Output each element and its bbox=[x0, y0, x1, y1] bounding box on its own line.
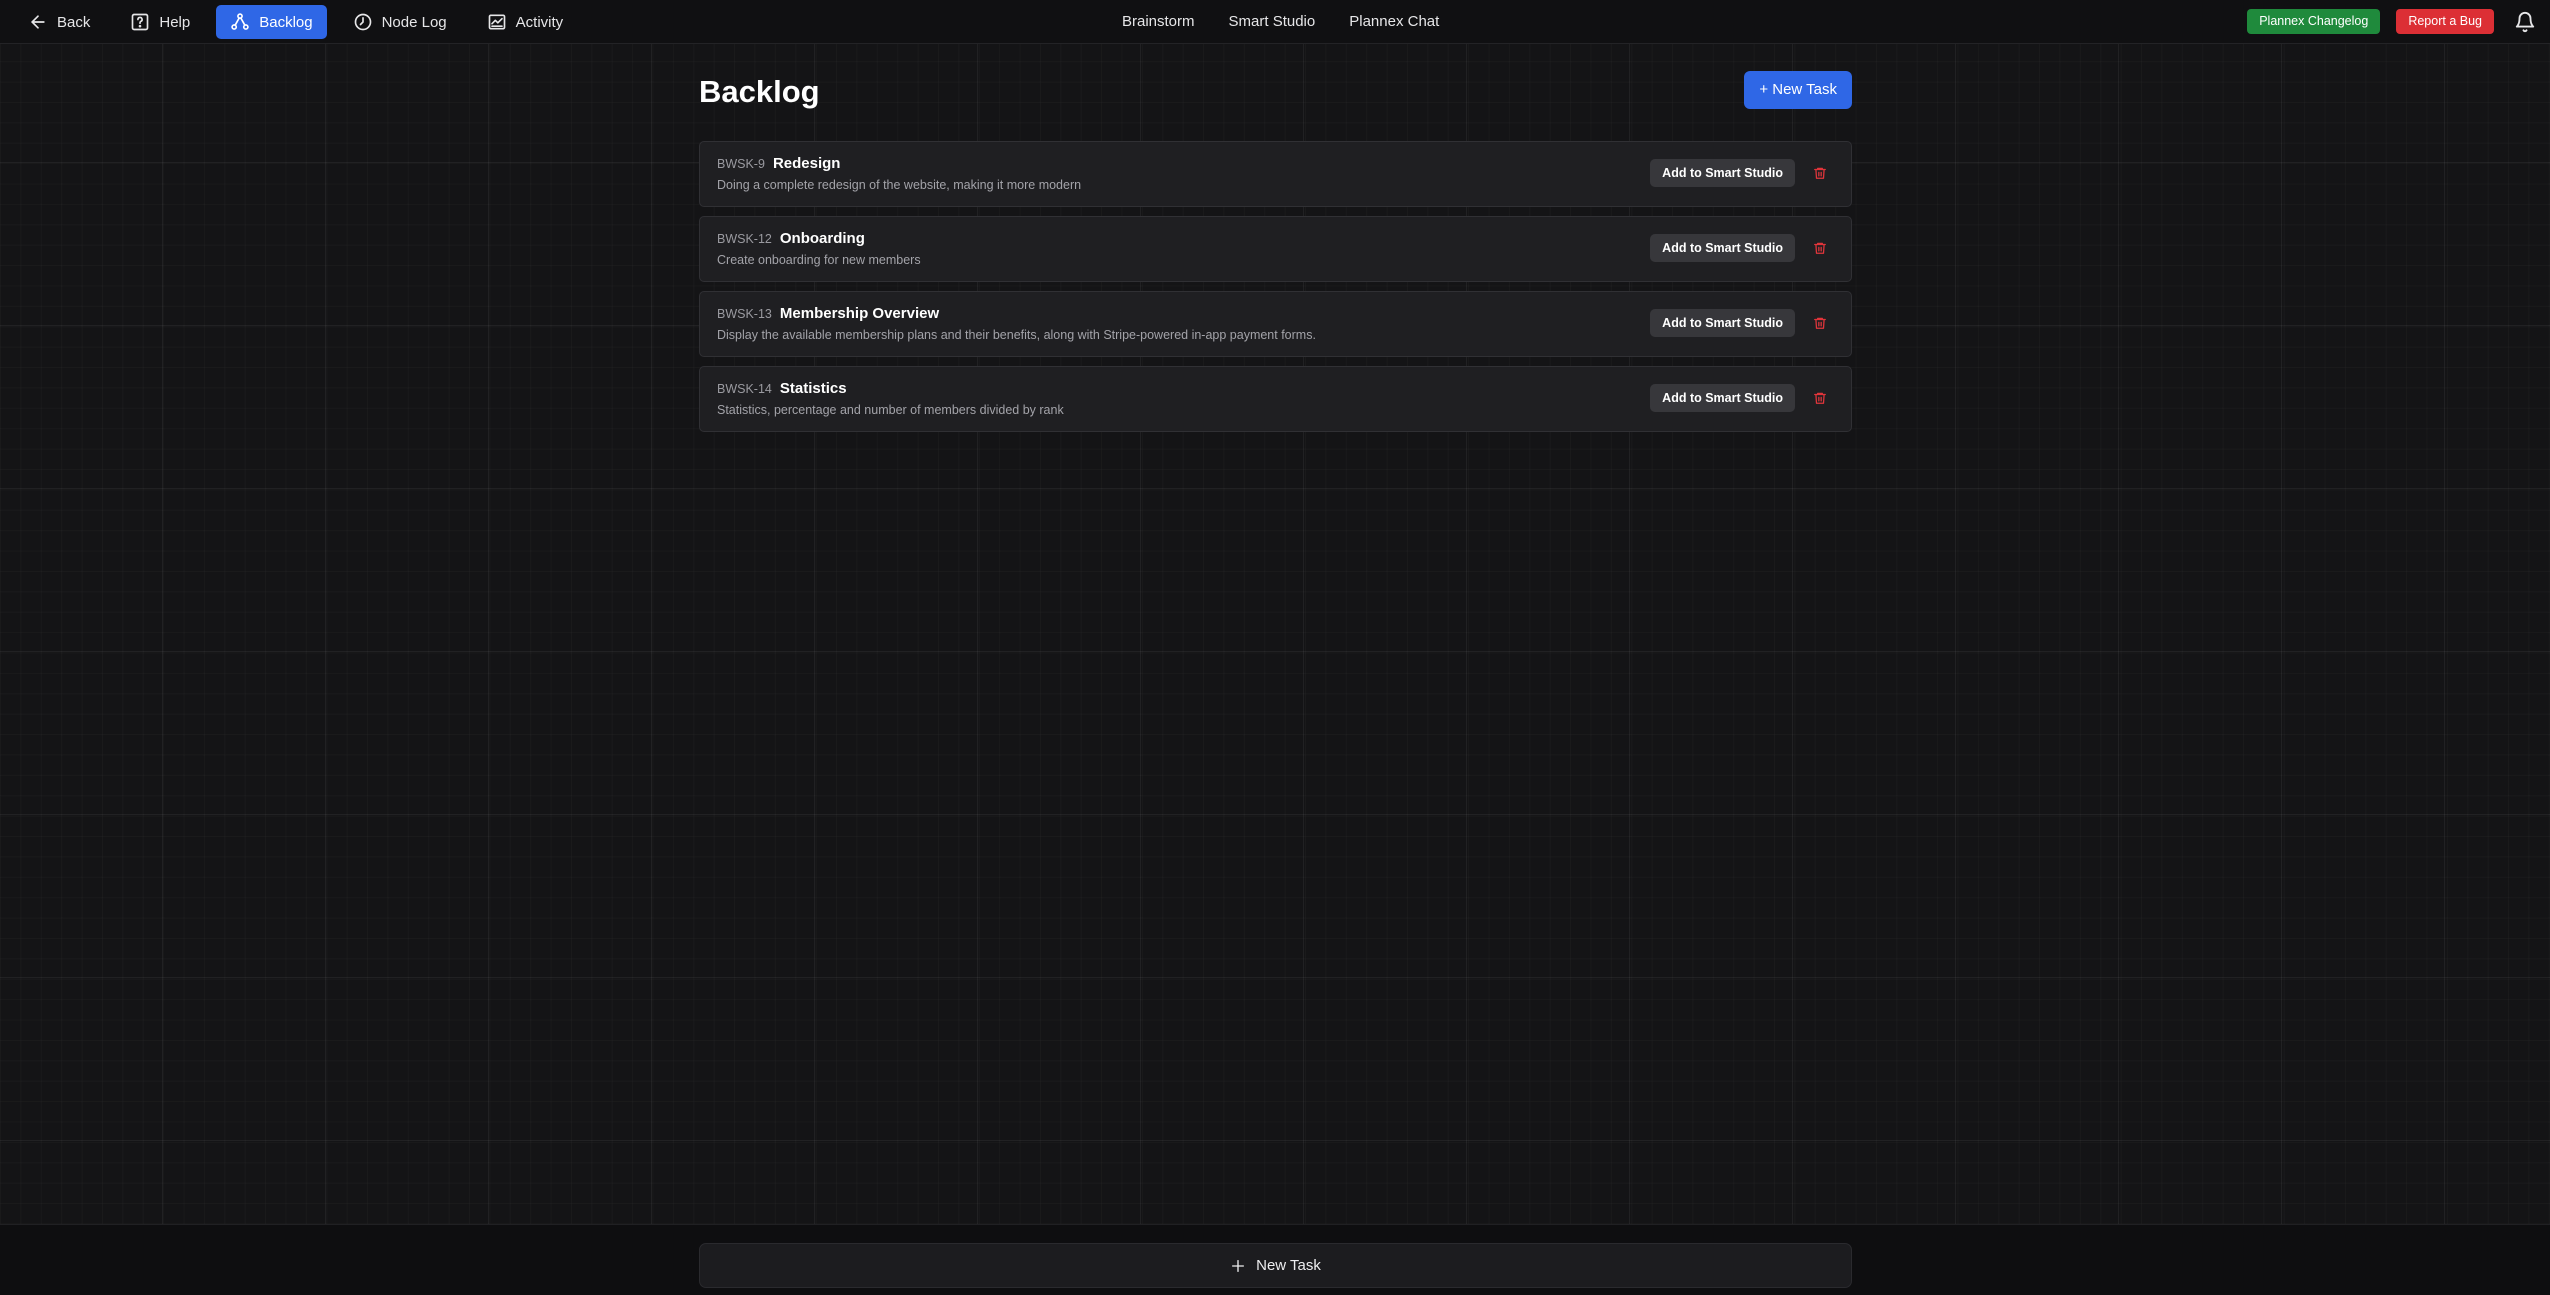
add-to-smart-studio-button[interactable]: Add to Smart Studio bbox=[1650, 234, 1795, 262]
tab-backlog[interactable]: Backlog bbox=[216, 5, 327, 39]
add-to-smart-studio-button[interactable]: Add to Smart Studio bbox=[1650, 159, 1795, 187]
secondary-nav: Brainstorm Smart Studio Plannex Chat bbox=[1110, 5, 1451, 39]
changelog-button[interactable]: Plannex Changelog bbox=[2247, 9, 2381, 34]
task-title: Membership Overview bbox=[779, 305, 940, 322]
new-task-button[interactable]: + New Task bbox=[1744, 71, 1852, 109]
task-title: Onboarding bbox=[779, 230, 865, 247]
add-to-smart-studio-button[interactable]: Add to Smart Studio bbox=[1650, 309, 1795, 337]
trash-icon[interactable] bbox=[1813, 391, 1827, 405]
task-heading: BWSK-13 Membership Overview bbox=[717, 305, 939, 322]
bottom-new-task-button[interactable]: New Task bbox=[699, 1243, 1852, 1288]
task-title: Redesign bbox=[772, 155, 841, 172]
topbar-actions: Plannex Changelog Report a Bug bbox=[2247, 9, 2536, 34]
task-id: BWSK-12 bbox=[717, 232, 772, 246]
nav-brainstorm[interactable]: Brainstorm bbox=[1110, 5, 1207, 39]
task-title: Statistics bbox=[779, 380, 847, 397]
task-heading: BWSK-14 Statistics bbox=[717, 380, 847, 397]
task-description: Statistics, percentage and number of mem… bbox=[717, 403, 1064, 417]
task-id: BWSK-14 bbox=[717, 382, 772, 396]
task-row[interactable]: BWSK-12 Onboarding Create onboarding for… bbox=[699, 216, 1852, 282]
back-label: Back bbox=[57, 13, 91, 31]
help-button[interactable]: Help bbox=[116, 5, 204, 39]
tab-node-log[interactable]: Node Log bbox=[339, 5, 461, 39]
add-to-smart-studio-button[interactable]: Add to Smart Studio bbox=[1650, 384, 1795, 412]
backlog-nodes-icon bbox=[231, 13, 249, 30]
clock-icon bbox=[354, 13, 371, 31]
task-description: Create onboarding for new members bbox=[717, 253, 921, 267]
bottom-bar: New Task bbox=[0, 1224, 2550, 1295]
backlog-label: Backlog bbox=[259, 13, 313, 31]
task-heading: BWSK-9 Redesign bbox=[717, 155, 840, 172]
report-bug-button[interactable]: Report a Bug bbox=[2396, 9, 2494, 34]
plus-icon bbox=[1232, 1259, 1245, 1272]
help-label: Help bbox=[159, 13, 191, 31]
top-navigation-bar: Back Help Backlog Node Log Activity Brai… bbox=[0, 0, 2550, 44]
task-id: BWSK-9 bbox=[717, 157, 765, 171]
nav-smart-studio[interactable]: Smart Studio bbox=[1217, 5, 1328, 39]
task-description: Doing a complete redesign of the website… bbox=[717, 178, 1082, 192]
trash-icon[interactable] bbox=[1813, 241, 1827, 255]
task-row[interactable]: BWSK-13 Membership Overview Display the … bbox=[699, 291, 1852, 357]
task-row[interactable]: BWSK-9 Redesign Doing a complete redesig… bbox=[699, 141, 1852, 207]
task-heading: BWSK-12 Onboarding bbox=[717, 230, 865, 247]
task-list: BWSK-9 Redesign Doing a complete redesig… bbox=[699, 141, 1852, 441]
arrow-left-icon bbox=[31, 15, 45, 29]
activity-label: Activity bbox=[515, 13, 564, 31]
page-title: Backlog bbox=[699, 74, 820, 109]
trash-icon[interactable] bbox=[1813, 166, 1827, 180]
task-id: BWSK-13 bbox=[717, 307, 772, 321]
activity-chart-icon bbox=[488, 14, 505, 30]
task-description: Display the available membership plans a… bbox=[717, 328, 1316, 342]
back-button[interactable]: Back bbox=[14, 5, 104, 39]
help-icon bbox=[132, 13, 149, 31]
bottom-new-task-label: New Task bbox=[1256, 1257, 1321, 1274]
bell-icon[interactable] bbox=[2514, 11, 2536, 33]
nav-plannex-chat[interactable]: Plannex Chat bbox=[1337, 5, 1451, 39]
tab-activity[interactable]: Activity bbox=[473, 5, 578, 39]
task-row[interactable]: BWSK-14 Statistics Statistics, percentag… bbox=[699, 366, 1852, 432]
primary-nav: Back Help Backlog Node Log Activity bbox=[14, 5, 577, 39]
node-log-label: Node Log bbox=[381, 13, 447, 31]
trash-icon[interactable] bbox=[1813, 316, 1827, 330]
